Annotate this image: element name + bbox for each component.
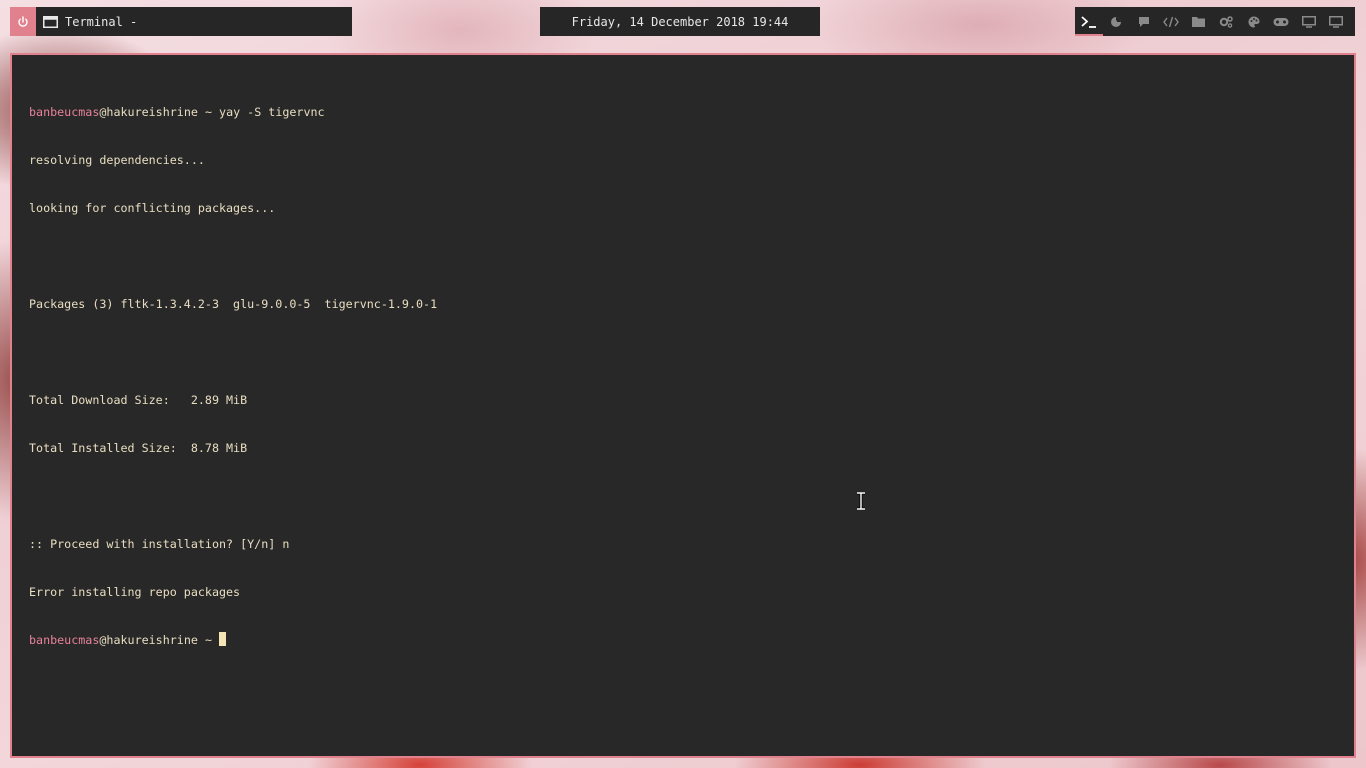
prompt-user: banbeucmas (29, 105, 100, 119)
output-line: :: Proceed with installation? [Y/n] n (29, 537, 290, 551)
prompt-tail: ~ (197, 105, 220, 119)
power-icon (18, 15, 28, 27)
ibeam-cursor-icon (857, 492, 865, 510)
prompt-host: hakureishrine (106, 105, 198, 119)
workspace-files[interactable] (1185, 7, 1213, 36)
workspace-monitor-1[interactable] (1295, 7, 1323, 36)
palette-icon (1248, 16, 1260, 27)
window-list-panel: Terminal - (10, 7, 352, 36)
clock[interactable]: Friday, 14 December 2018 19:44 (540, 7, 820, 36)
workspace-settings[interactable] (1213, 7, 1241, 36)
terminal-icon (1081, 15, 1096, 28)
workspace-monitor-2[interactable] (1323, 7, 1351, 36)
prompt-tail: ~ (197, 633, 220, 647)
firefox-icon (1111, 16, 1122, 27)
folder-icon (1192, 17, 1206, 27)
workspace-switcher (1075, 7, 1355, 36)
prompt-line: banbeucmas@hakureishrine ~ yay -S tigerv… (29, 104, 1337, 120)
prompt-host: hakureishrine (106, 633, 198, 647)
active-window-title[interactable]: Terminal - (65, 15, 137, 29)
workspace-terminal[interactable] (1075, 7, 1103, 36)
output-line: looking for conflicting packages... (29, 201, 276, 215)
settings-icon (1220, 15, 1233, 28)
prompt-user: banbeucmas (29, 633, 100, 647)
terminal-output[interactable]: banbeucmas@hakureishrine ~ yay -S tigerv… (29, 72, 1337, 739)
current-prompt-line[interactable]: banbeucmas@hakureishrine ~ (29, 632, 1337, 648)
output-line: Error installing repo packages (29, 585, 241, 599)
output-line: Packages (3) fltk-1.3.4.2-3 glu-9.0.0-5 … (29, 297, 438, 311)
code-icon (1163, 16, 1180, 27)
text-cursor (219, 632, 227, 646)
command: yay -S tigervnc (219, 105, 325, 119)
workspace-design[interactable] (1240, 7, 1268, 36)
workspace-games[interactable] (1268, 7, 1296, 36)
power-button[interactable] (10, 7, 36, 36)
workspace-chat[interactable] (1130, 7, 1158, 36)
terminal-window[interactable]: banbeucmas@hakureishrine ~ yay -S tigerv… (10, 53, 1356, 758)
monitor-icon (1301, 15, 1316, 28)
output-line: Total Installed Size: 8.78 MiB (29, 441, 248, 455)
gamepad-icon (1273, 17, 1289, 26)
output-line: Total Download Size: 2.89 MiB (29, 393, 248, 407)
workspace-firefox[interactable] (1103, 7, 1131, 36)
window-icon (43, 15, 58, 28)
workspace-code[interactable] (1158, 7, 1186, 36)
output-line: resolving dependencies... (29, 153, 205, 167)
chat-icon (1138, 16, 1149, 27)
monitor-icon (1329, 15, 1344, 28)
